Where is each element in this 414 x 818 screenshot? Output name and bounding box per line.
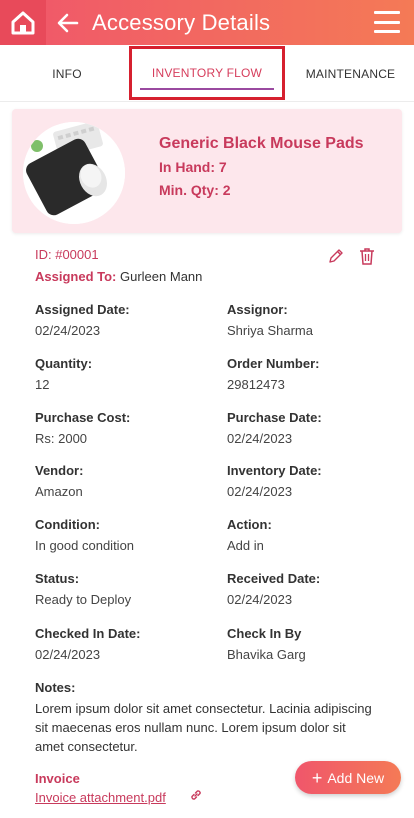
plus-icon: + [311,767,323,788]
field-value: 12 [35,377,50,392]
field-label: Purchase Cost: [35,410,131,425]
trash-icon[interactable] [359,247,375,265]
field-label: Quantity: [35,356,93,371]
tab-inventory-flow-label: INVENTORY FLOW [151,66,263,80]
notes-text: Lorem ipsum dolor sit amet consectetur. … [35,701,372,754]
field-label: Vendor: [35,463,84,478]
field-vendor: Vendor: Amazon [35,463,83,499]
field-label: Action: [227,517,272,532]
field-order-number: Order Number: 29812473 [227,356,319,392]
back-arrow-icon [57,13,79,32]
assigned-to-value: Gurleen Mann [120,269,203,284]
home-icon [11,11,35,34]
mouse-pad-illustration [23,122,125,224]
field-received-date: Received Date: 02/24/2023 [227,571,320,607]
field-label: Received Date: [227,571,321,586]
field-value: 02/24/2023 [35,323,101,338]
field-inventory-date: Inventory Date: 02/24/2023 [227,463,322,499]
field-value: Shriya Sharma [227,323,313,338]
field-label: Purchase Date: [227,410,322,425]
field-status: Status: Ready to Deploy [35,571,131,607]
field-checked-in-date: Checked In Date: 02/24/2023 [35,626,140,662]
hamburger-bar [374,30,400,33]
hamburger-bar [374,11,400,14]
app-header: Accessory Details [0,0,414,45]
invoice-label: Invoice [35,771,80,786]
field-check-in-by: Check In By Bhavika Garg [227,626,306,662]
field-value: Add in [227,538,264,553]
field-value: Rs: 2000 [35,431,88,446]
back-button[interactable] [48,0,88,45]
accessory-name: Generic Black Mouse Pads [159,135,364,152]
assigned-to: Assigned To: Gurleen Mann [35,269,202,284]
accessory-summary-card: Generic Black Mouse Pads In Hand: 7 Min.… [12,109,402,233]
link-icon[interactable] [189,788,203,802]
field-label: Assigned Date: [35,302,130,317]
field-purchase-cost: Purchase Cost: Rs: 2000 [35,410,130,446]
field-purchase-date: Purchase Date: 02/24/2023 [227,410,322,446]
home-button[interactable] [0,0,46,45]
field-value: Amazon [35,484,83,499]
in-hand-count: In Hand: 7 [159,159,227,175]
invoice-attachment-link[interactable]: Invoice attachment.pdf [35,790,166,805]
active-tab-indicator [140,88,274,90]
tab-inventory-flow[interactable]: INVENTORY FLOW [129,46,285,100]
field-label: Condition: [35,517,100,532]
field-label: Status: [35,571,80,586]
field-value: Bhavika Garg [227,647,306,662]
field-label: Check In By [227,626,302,641]
tab-info[interactable]: INFO [0,45,134,102]
field-value: 02/24/2023 [227,592,293,607]
field-label: Checked In Date: [35,626,141,641]
field-assigned-date: Assigned Date: 02/24/2023 [35,302,130,338]
record-id: ID: #00001 [35,247,99,262]
field-value: 02/24/2023 [227,484,293,499]
field-condition: Condition: In good condition [35,517,134,553]
notes-label: Notes: [35,680,76,695]
field-value: 02/24/2023 [35,647,101,662]
hamburger-bar [374,20,400,24]
tab-maintenance[interactable]: MAINTENANCE [287,45,414,102]
add-new-button[interactable]: + Add New [295,761,401,794]
field-value: Ready to Deploy [35,592,132,607]
edit-pencil-icon[interactable] [328,248,344,264]
notes-section: Notes: Lorem ipsum dolor sit amet consec… [35,680,375,756]
field-assignor: Assignor: Shriya Sharma [227,302,313,338]
field-quantity: Quantity: 12 [35,356,92,392]
add-new-label: Add New [327,769,385,786]
min-quantity: Min. Qty: 2 [159,182,231,198]
field-label: Order Number: [227,356,320,371]
field-label: Inventory Date: [227,463,322,478]
page-title: Accessory Details [92,9,271,35]
tab-bar: INFO INVENTORY FLOW MAINTENANCE [0,45,414,102]
field-value: 29812473 [227,377,285,392]
field-label: Assignor: [227,302,288,317]
field-value: In good condition [35,538,135,553]
assigned-to-label: Assigned To: [35,269,117,284]
field-value: 02/24/2023 [227,431,293,446]
field-action: Action: Add in [227,517,272,553]
accessory-image [23,122,125,224]
menu-button[interactable] [374,11,400,33]
